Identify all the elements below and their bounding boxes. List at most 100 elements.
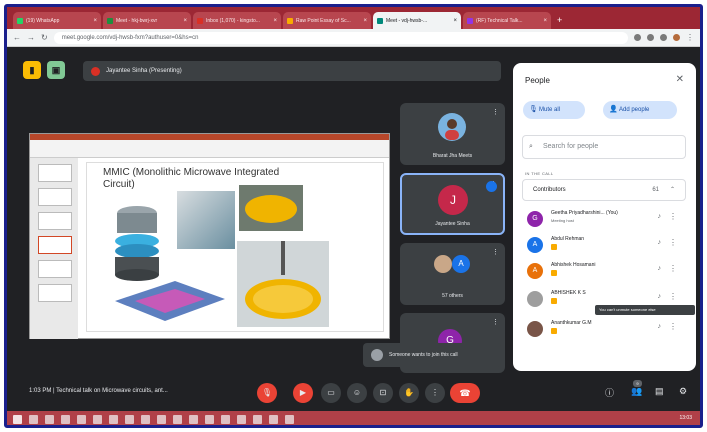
mic-icon[interactable]: ♪ <box>658 323 662 330</box>
raise-hand-button[interactable]: ✋ <box>399 383 419 403</box>
browser-tab-bar: (19) WhatsApp × Meet - hkj-bwrj-xvr × Inbo… <box>7 7 700 29</box>
tab-label: Raw Point Essay of Sc... <box>296 17 351 24</box>
participant-name: Geetha Priyadharshini... (You) <box>551 210 618 216</box>
chat-icon[interactable]: ▤ <box>655 386 664 397</box>
app-icon[interactable] <box>237 415 246 424</box>
chrome-icon[interactable] <box>77 415 86 424</box>
people-search-input[interactable]: ⌕ Search for people <box>522 135 686 159</box>
info-icon[interactable]: ⓘ <box>605 386 614 399</box>
slides-icon[interactable]: ▮ <box>23 61 41 79</box>
participant-tile[interactable]: ⋮ A 57 others <box>400 243 505 305</box>
app-icon[interactable] <box>173 415 182 424</box>
end-call-button[interactable]: ☎ <box>450 383 480 403</box>
mic-icon[interactable]: ♪ <box>658 265 662 272</box>
tab-label: Meet - hkj-bwrj-xvr <box>116 17 158 24</box>
app-icon[interactable] <box>157 415 166 424</box>
add-people-button[interactable]: 👤 Add people <box>603 101 677 119</box>
join-request-notification[interactable]: Someone wants to join this call <box>363 343 501 367</box>
app-icon[interactable] <box>269 415 278 424</box>
meet-icon <box>107 17 113 24</box>
participant-name: Abdul Rehman <box>551 236 585 242</box>
url-field[interactable]: meet.google.com/vdj-hwsb-fxm?authuser=0&… <box>53 31 628 44</box>
close-icon[interactable]: × <box>453 18 457 24</box>
mic-icon[interactable]: ♪ <box>658 293 662 300</box>
hand-raise-badge <box>551 270 557 276</box>
close-icon[interactable]: × <box>543 18 547 24</box>
profile-avatar[interactable] <box>673 34 680 41</box>
file-explorer-icon[interactable] <box>61 415 70 424</box>
word-icon[interactable] <box>109 415 118 424</box>
app-icon[interactable] <box>189 415 198 424</box>
captions-button[interactable]: ▭ <box>321 383 341 403</box>
forward-icon[interactable]: → <box>27 33 35 42</box>
presenting-label: Jayantee Sinha (Presenting) <box>106 68 182 74</box>
app-icon[interactable] <box>221 415 230 424</box>
app-icon[interactable] <box>253 415 262 424</box>
app-icon[interactable] <box>205 415 214 424</box>
person-icon <box>371 349 383 361</box>
speaking-indicator-icon <box>486 181 497 192</box>
participant-row[interactable]: A Abdul Rehman ♪ ⋮ <box>527 235 687 259</box>
more-options-icon[interactable]: ⋮ <box>492 108 499 116</box>
browser-tab[interactable]: Meet - hkj-bwrj-xvr × <box>103 12 191 29</box>
back-icon[interactable]: ← <box>13 33 21 42</box>
powerpoint-icon[interactable] <box>93 415 102 424</box>
meet-control-bar: 1:03 PM | Technical talk on Microwave ci… <box>7 377 700 409</box>
more-options-icon[interactable]: ⋮ <box>669 264 677 273</box>
mic-icon[interactable]: ♪ <box>658 239 662 246</box>
menu-icon[interactable]: ⋮ <box>686 33 694 42</box>
contributors-section[interactable]: Contributors 61 ⌃ <box>522 179 686 201</box>
slide-canvas: MMIC (Monolithic Microwave Integrated Ci… <box>86 162 384 332</box>
close-icon[interactable]: ✕ <box>676 74 684 85</box>
browser-tab[interactable]: (19) WhatsApp × <box>13 12 101 29</box>
close-icon[interactable]: × <box>363 18 367 24</box>
emoji-button[interactable]: ☺ <box>347 383 367 403</box>
close-icon[interactable]: × <box>93 18 97 24</box>
close-icon[interactable]: × <box>273 18 277 24</box>
search-placeholder: Search for people <box>543 143 599 150</box>
layout-icon[interactable]: ▣ <box>47 61 65 79</box>
more-options-icon[interactable]: ⋮ <box>669 212 677 221</box>
extension-icon[interactable] <box>634 34 641 41</box>
tab-label: Inbox (1,070) - kingsto... <box>206 17 260 24</box>
extension-icon[interactable] <box>647 34 654 41</box>
participant-tile-active[interactable]: ⋮ J Jayantee Sinha <box>400 173 505 235</box>
people-icon[interactable]: 👥 <box>631 386 642 397</box>
excel-icon[interactable] <box>125 415 134 424</box>
more-options-button[interactable]: ⋮ <box>425 383 445 403</box>
windows-start-icon[interactable] <box>13 415 22 424</box>
participant-row[interactable]: Ananthkumar G.M ♪ ⋮ <box>527 319 687 343</box>
participant-tile[interactable]: ⋮ Bharat Jha Meets <box>400 103 505 165</box>
browser-tab[interactable]: Inbox (1,070) - kingsto... × <box>193 12 281 29</box>
reload-icon[interactable]: ↻ <box>41 33 48 42</box>
more-options-icon[interactable]: ⋮ <box>669 322 677 331</box>
more-options-icon[interactable]: ⋮ <box>492 318 499 326</box>
app-icon[interactable] <box>141 415 150 424</box>
more-options-icon[interactable]: ⋮ <box>669 238 677 247</box>
activities-icon[interactable]: ⚙ <box>679 386 687 397</box>
present-button[interactable]: ⊡ <box>373 383 393 403</box>
extension-icon[interactable] <box>660 34 667 41</box>
shared-screen: MMIC (Monolithic Microwave Integrated Ci… <box>29 133 390 339</box>
mic-off-button[interactable]: 🎙 <box>257 383 277 403</box>
close-icon[interactable]: × <box>183 18 187 24</box>
slide-thumbnail <box>38 188 72 206</box>
camera-off-button[interactable]: ▶ <box>293 383 313 403</box>
search-icon[interactable] <box>29 415 38 424</box>
browser-tab-active[interactable]: Meet - vdj-hwsb-... × <box>373 12 461 29</box>
more-options-icon[interactable]: ⋮ <box>492 248 499 256</box>
participant-row[interactable]: G Geetha Priyadharshini... (You) Meeting… <box>527 209 687 233</box>
browser-tab[interactable]: (RF) Technical Talk... × <box>463 12 551 29</box>
mute-all-button[interactable]: 🎙 Mute all <box>523 101 585 119</box>
new-tab-button[interactable]: + <box>557 12 562 29</box>
app-icon[interactable] <box>285 415 294 424</box>
slide-thumbnails <box>30 158 78 339</box>
circuit-board-image <box>115 281 225 321</box>
browser-tab[interactable]: Raw Point Essay of Sc... × <box>283 12 371 29</box>
participant-row[interactable]: A Abhishek Hosamani ♪ ⋮ <box>527 261 687 285</box>
mic-icon[interactable]: ♪ <box>658 213 662 220</box>
taskview-icon[interactable] <box>45 415 54 424</box>
os-taskbar: 13:03 <box>7 411 700 425</box>
chevron-up-icon[interactable]: ⌃ <box>670 180 675 200</box>
more-options-icon[interactable]: ⋮ <box>669 292 677 301</box>
